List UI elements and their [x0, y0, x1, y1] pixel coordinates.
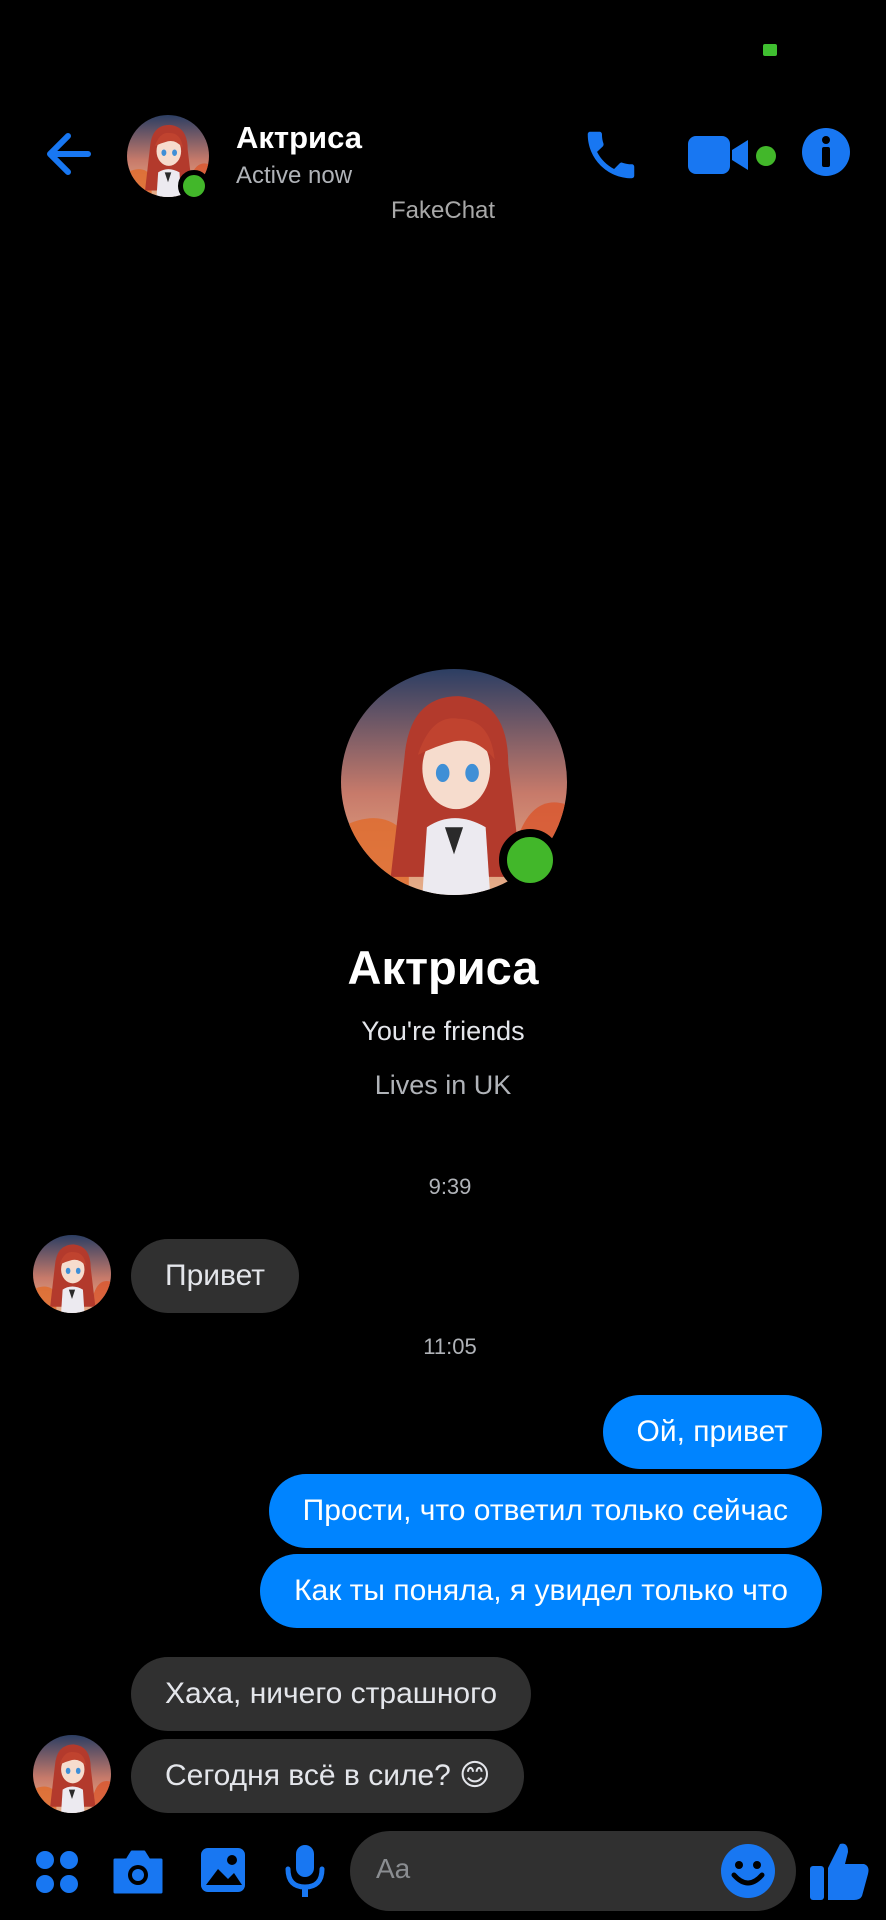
camera-icon[interactable] [111, 1848, 165, 1896]
video-camera-icon[interactable] [686, 130, 760, 180]
profile-name: Актриса [347, 941, 539, 994]
microphone-icon[interactable] [283, 1843, 327, 1899]
info-icon[interactable] [800, 126, 852, 178]
back-arrow-icon[interactable] [40, 124, 100, 184]
timestamp: 9:39 [428, 1174, 472, 1199]
profile-location: Lives in UK [374, 1070, 512, 1100]
incoming-message[interactable]: Хаха, ничего страшного [131, 1657, 532, 1731]
message-input-placeholder: Aa [376, 1853, 411, 1884]
thumbs-up-icon[interactable] [808, 1838, 872, 1904]
sender-avatar[interactable] [33, 1735, 111, 1813]
profile-online-indicator [499, 829, 561, 891]
chat-header: Актриса Active now FakeChat [0, 0, 886, 230]
incoming-message[interactable]: Привет [131, 1239, 300, 1313]
contact-status: Active now [236, 162, 353, 189]
outgoing-message[interactable]: Прости, что ответил только сейчас [268, 1474, 822, 1548]
video-active-dot [756, 146, 776, 166]
outgoing-message[interactable]: Как ты поняла, я увидел только что [260, 1554, 822, 1628]
sender-avatar[interactable] [33, 1235, 111, 1313]
timestamp: 11:05 [423, 1334, 477, 1359]
contact-name[interactable]: Актриса [236, 120, 362, 156]
image-icon[interactable] [198, 1845, 248, 1895]
watermark-label: FakeChat [391, 197, 496, 224]
outgoing-message[interactable]: Ой, привет [602, 1395, 822, 1469]
incoming-message[interactable]: Сегодня всё в силе? 😊 [131, 1739, 525, 1813]
four-dots-icon[interactable] [34, 1849, 80, 1895]
online-indicator [178, 170, 210, 202]
phone-icon[interactable] [580, 124, 642, 186]
smiley-icon[interactable] [720, 1843, 776, 1899]
profile-relation: You're friends [361, 1016, 525, 1046]
message-input[interactable]: Aa [350, 1831, 796, 1911]
